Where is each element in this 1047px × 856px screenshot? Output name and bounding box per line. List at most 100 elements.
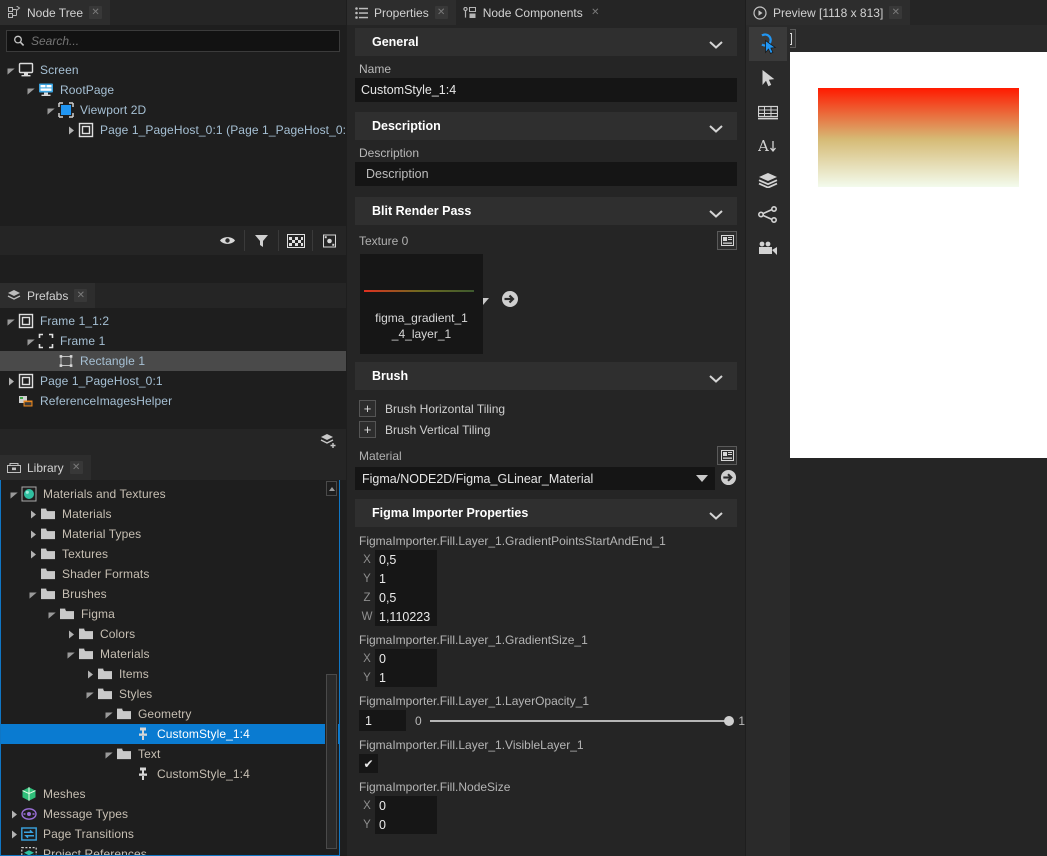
twisty-icon[interactable] — [26, 507, 40, 521]
settings-square-icon[interactable] — [313, 226, 346, 255]
twisty-icon[interactable] — [64, 627, 78, 641]
chevron-down-icon[interactable] — [709, 122, 723, 130]
tab-library[interactable]: Library ✕ — [0, 455, 91, 480]
tree-item[interactable]: Frame 1 — [0, 331, 346, 351]
axis-value[interactable]: 1,110223 — [375, 610, 430, 624]
twisty-icon[interactable] — [83, 687, 97, 701]
material-dropdown[interactable]: Figma/NODE2D/Figma_GLinear_Material — [355, 467, 715, 490]
tree-item[interactable]: RootPage — [0, 80, 346, 100]
axis-value[interactable]: 1 — [375, 671, 386, 685]
tree-item[interactable]: Page 1_PageHost_0:1 (Page 1_PageHost_0:1… — [0, 120, 346, 140]
twisty-icon[interactable] — [24, 83, 38, 97]
vector-field-row[interactable]: W1,110223 — [375, 607, 437, 626]
goto-asset-icon[interactable] — [720, 469, 737, 489]
tree-item[interactable]: Material Types — [1, 524, 339, 544]
tree-item[interactable]: Brushes — [1, 584, 339, 604]
caret-down-icon[interactable] — [696, 475, 708, 482]
section-description[interactable]: Description — [355, 112, 737, 140]
visible-layer-checkbox[interactable]: ✔ — [359, 754, 378, 773]
vector-field-row[interactable]: X0,5 — [375, 550, 437, 569]
twisty-icon[interactable] — [4, 63, 18, 77]
section-blit-render-pass[interactable]: Blit Render Pass — [355, 197, 737, 225]
filter-icon[interactable] — [245, 226, 278, 255]
tree-item[interactable]: Styles — [1, 684, 339, 704]
section-general[interactable]: General — [355, 28, 737, 56]
twisty-icon[interactable] — [7, 847, 21, 856]
vector-field-row[interactable]: Z0,5 — [375, 588, 437, 607]
node-tree-search[interactable] — [6, 30, 340, 52]
slider-value-input[interactable]: 1 — [359, 710, 406, 731]
tab-properties[interactable]: Properties ✕ — [347, 0, 456, 25]
twisty-icon[interactable] — [64, 647, 78, 661]
camera-icon[interactable] — [749, 231, 787, 265]
tree-item[interactable]: Viewport 2D — [0, 100, 346, 120]
twisty-icon[interactable] — [7, 487, 21, 501]
chevron-down-icon[interactable] — [709, 38, 723, 46]
section-brush[interactable]: Brush — [355, 362, 737, 390]
close-icon[interactable]: ✕ — [74, 289, 87, 302]
cursor-pick-icon[interactable] — [749, 27, 787, 61]
search-input[interactable] — [31, 34, 333, 48]
close-icon[interactable]: ✕ — [589, 6, 602, 19]
plus-icon[interactable]: + — [359, 400, 376, 417]
goto-asset-icon[interactable] — [501, 290, 519, 311]
tree-item[interactable]: Meshes — [1, 784, 339, 804]
tree-item[interactable]: Figma — [1, 604, 339, 624]
vector-field-row[interactable]: X0 — [375, 796, 437, 815]
tree-item[interactable]: Text — [1, 744, 339, 764]
twisty-icon[interactable] — [102, 747, 116, 761]
tree-item[interactable]: Frame 1_1:2 — [0, 311, 346, 331]
tree-item[interactable]: Textures — [1, 544, 339, 564]
twisty-icon[interactable] — [26, 567, 40, 581]
layers-icon[interactable] — [749, 163, 787, 197]
tree-item[interactable]: Rectangle 1 — [0, 351, 346, 371]
vector-field-row[interactable]: Y1 — [375, 569, 437, 588]
tree-item[interactable]: Project References — [1, 844, 339, 856]
chevron-down-icon[interactable] — [709, 509, 723, 517]
close-icon[interactable]: ✕ — [89, 6, 102, 19]
arrow-select-icon[interactable] — [749, 61, 787, 95]
name-input[interactable]: CustomStyle_1:4 — [355, 78, 737, 102]
axis-value[interactable]: 0,5 — [375, 553, 396, 567]
library-scrollbar[interactable] — [325, 481, 338, 854]
checker-grid-icon[interactable] — [279, 226, 312, 255]
chevron-down-icon[interactable] — [709, 372, 723, 380]
tree-item[interactable]: Items — [1, 664, 339, 684]
twisty-icon[interactable] — [83, 667, 97, 681]
add-prefab-icon[interactable] — [320, 433, 338, 452]
chevron-down-icon[interactable] — [709, 207, 723, 215]
axis-value[interactable]: 0,5 — [375, 591, 396, 605]
tree-item[interactable]: Materials — [1, 504, 339, 524]
tree-item[interactable]: Message Types — [1, 804, 339, 824]
grid-list-icon[interactable] — [749, 95, 787, 129]
tree-item[interactable]: CustomStyle_1:4 — [1, 764, 339, 784]
twisty-icon[interactable] — [26, 587, 40, 601]
axis-value[interactable]: 1 — [375, 572, 386, 586]
tree-item[interactable]: Shader Formats — [1, 564, 339, 584]
tree-item[interactable]: Materials — [1, 644, 339, 664]
twisty-icon[interactable] — [121, 727, 135, 741]
twisty-icon[interactable] — [24, 334, 38, 348]
twisty-icon[interactable] — [7, 827, 21, 841]
scroll-up-icon[interactable] — [326, 481, 337, 496]
twisty-icon[interactable] — [4, 374, 18, 388]
tab-node-components[interactable]: Node Components ✕ — [456, 0, 610, 25]
twisty-icon[interactable] — [7, 807, 21, 821]
description-input[interactable]: Description — [355, 162, 737, 186]
texture0-thumbnail[interactable]: figma_gradient_1_4_layer_1 — [360, 254, 483, 354]
tab-preview[interactable]: Preview [1118 x 813] ✕ — [746, 0, 910, 25]
twisty-icon[interactable] — [4, 314, 18, 328]
tree-item[interactable]: CustomStyle_1:4 — [1, 724, 339, 744]
twisty-icon[interactable] — [4, 394, 18, 408]
tree-item[interactable]: Screen — [0, 60, 346, 80]
browse-asset-icon[interactable] — [717, 231, 737, 250]
twisty-icon[interactable] — [44, 354, 58, 368]
tree-item[interactable]: Geometry — [1, 704, 339, 724]
axis-value[interactable]: 0 — [375, 818, 386, 832]
tree-item[interactable]: Materials and Textures — [1, 484, 339, 504]
twisty-icon[interactable] — [26, 547, 40, 561]
twisty-icon[interactable] — [7, 787, 21, 801]
section-figma-importer-properties[interactable]: Figma Importer Properties — [355, 499, 737, 527]
tree-item[interactable]: ReferenceImagesHelper — [0, 391, 346, 411]
vector-field-row[interactable]: Y0 — [375, 815, 437, 834]
